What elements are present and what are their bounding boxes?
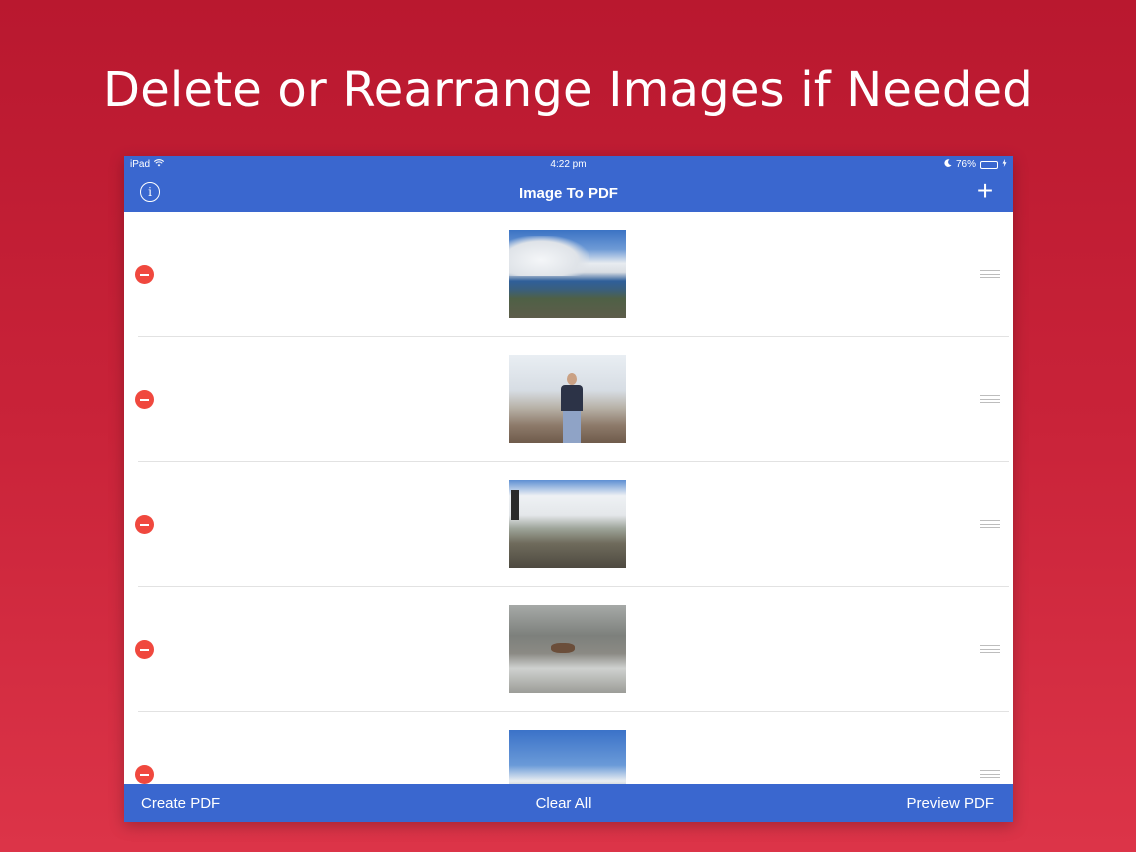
nav-bar: i Image To PDF + [124,174,1013,212]
minus-circle-icon[interactable] [135,515,154,534]
image-thumbnail [509,355,626,443]
battery-percent: 76% [955,159,976,170]
list-item [124,587,1013,712]
image-list [124,212,1013,784]
image-thumbnail [509,730,626,784]
preview-pdf-button[interactable]: Preview PDF [906,795,994,812]
image-thumbnail [509,480,626,568]
person-figure [559,373,585,443]
list-item [124,462,1013,587]
moon-icon [944,159,952,170]
minus-circle-icon[interactable] [135,390,154,409]
status-bar: iPad 4:22 pm 76% [124,156,1013,174]
list-item [124,337,1013,462]
person-legs [563,411,581,443]
ipad-screen: iPad 4:22 pm 76% i Image To PDF + Create… [124,156,1013,822]
status-time: 4:22 pm [550,159,587,170]
rock-shape [551,643,575,653]
figure-silhouette [511,490,519,520]
charging-icon [1002,159,1007,170]
status-right: 76% [944,159,1007,170]
person-head [567,373,577,385]
bottom-toolbar: Create PDF Clear All Preview PDF [124,784,1013,822]
drag-handle-icon[interactable] [980,520,1000,528]
image-thumbnail [509,230,626,318]
drag-handle-icon[interactable] [980,645,1000,653]
headline: Delete or Rearrange Images if Needed [103,62,1033,118]
minus-circle-icon[interactable] [135,640,154,659]
battery-icon [980,160,998,169]
plus-icon[interactable]: + [973,177,997,205]
list-item [124,212,1013,337]
minus-circle-icon[interactable] [135,265,154,284]
nav-title: Image To PDF [519,185,618,202]
image-thumbnail [509,605,626,693]
person-torso [561,385,583,411]
clear-all-button[interactable]: Clear All [124,795,1003,812]
cloud-shape [509,236,589,276]
drag-handle-icon[interactable] [980,770,1000,778]
drag-handle-icon[interactable] [980,270,1000,278]
minus-circle-icon[interactable] [135,765,154,784]
drag-handle-icon[interactable] [980,395,1000,403]
list-item [124,712,1013,784]
